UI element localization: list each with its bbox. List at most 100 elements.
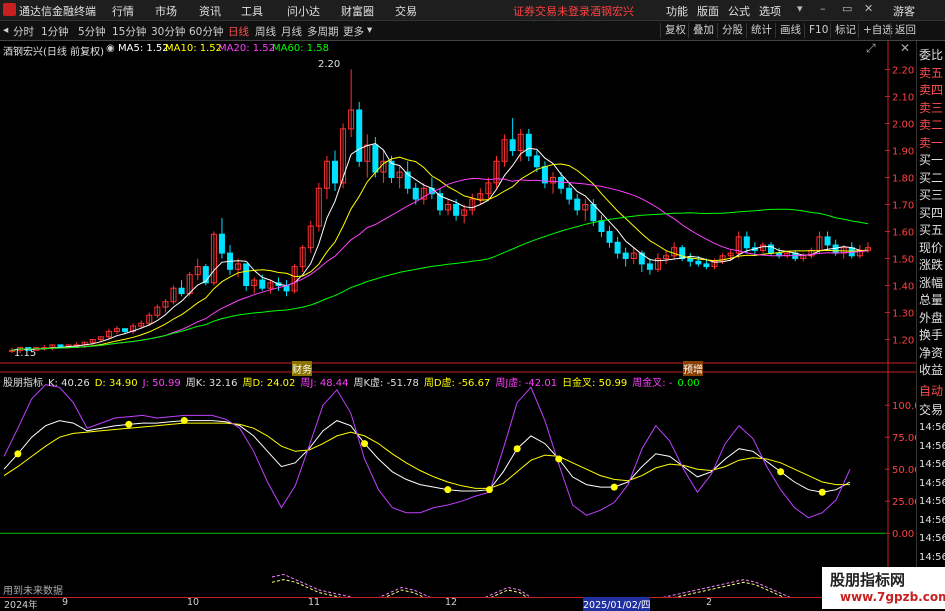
candle-body <box>566 187 573 200</box>
future-data-label: 用到未来数据 <box>3 586 63 597</box>
price-tick-label: 1.70 <box>892 201 914 212</box>
tool-rights[interactable]: 复权 <box>660 23 686 38</box>
indicator-value: 周J虚: -42.01 <box>495 378 558 389</box>
ma10-line <box>11 156 868 351</box>
indicator-value: D: 34.90 <box>94 378 138 389</box>
period-tab-15min[interactable]: 15分钟 <box>112 24 146 39</box>
side-panel-tick: 14:56 <box>919 496 945 507</box>
candle-body <box>356 109 363 162</box>
kdj-lines <box>3 384 851 519</box>
period-tab-1min[interactable]: 1分钟 <box>41 24 69 39</box>
menu-wealth[interactable]: 财富圈 <box>341 3 374 19</box>
kdj-D-line <box>3 422 850 489</box>
period-tab-intraday[interactable]: 分时 <box>13 24 34 39</box>
menu-function[interactable]: 功能 <box>666 3 688 19</box>
menu-market[interactable]: 市场 <box>155 3 177 19</box>
tool-f10[interactable]: F10 <box>804 23 828 38</box>
side-panel-tick: 14:56 <box>919 440 945 452</box>
period-tab-30min[interactable]: 30分钟 <box>151 24 185 39</box>
date-label: 10 <box>187 597 200 608</box>
indicator-value: 周K: 32.16 <box>185 378 238 389</box>
collapse-icon[interactable]: ✕ <box>900 41 910 55</box>
period-tab-5min[interactable]: 5分钟 <box>78 24 106 39</box>
period-tab-daily[interactable]: 日线 <box>228 24 249 39</box>
price-tick-label: 1.50 <box>892 255 914 266</box>
restore-icon[interactable]: ▭ <box>842 2 852 15</box>
title-bar: 通达信金融终端 行情 市场 资讯 工具 问小达 财富圈 交易 证券交易未登录 酒… <box>0 0 945 21</box>
menu-quotes[interactable]: 行情 <box>112 3 134 19</box>
menu-formula[interactable]: 公式 <box>728 3 750 19</box>
candle-body <box>622 252 629 260</box>
watermark-title: 股朋指标网 <box>830 571 906 589</box>
period-tab-multi[interactable]: 多周期 <box>307 24 339 39</box>
close-icon[interactable]: ✕ <box>864 2 873 15</box>
tool-back[interactable]: 返回 <box>890 23 916 38</box>
tool-draw[interactable]: 画线 <box>775 23 801 38</box>
menu-news[interactable]: 资讯 <box>199 3 221 19</box>
kdj-tick-label: 50.00 <box>892 465 916 476</box>
candle-body <box>218 233 225 254</box>
side-panel-tick: 14:56 <box>919 477 945 489</box>
price-axis: 2.20 2.10 2.00 1.90 1.80 1.70 1.60 1.50 1.40 1.30… <box>885 66 914 347</box>
candle-body <box>533 155 540 168</box>
indicator-value: K: 40.26 <box>48 378 90 389</box>
period-left-arrow-icon[interactable]: ◂ <box>3 24 8 36</box>
more-dropdown-icon[interactable]: ▾ <box>367 24 372 36</box>
menu-wenxiaoda[interactable]: 问小达 <box>287 3 320 19</box>
period-tab-60min[interactable]: 60分钟 <box>189 24 223 39</box>
period-tab-weekly[interactable]: 周线 <box>255 24 276 39</box>
tool-sub-stocks[interactable]: 分股 <box>717 23 743 38</box>
high-label: 2.20 <box>318 59 341 70</box>
ma10-label: MA10: 1.52 <box>165 43 223 54</box>
app-logo-icon <box>3 3 16 16</box>
menu-layout[interactable]: 版面 <box>697 3 719 19</box>
ma5-line <box>11 142 868 351</box>
indicator-value: J: 50.99 <box>142 378 181 389</box>
tool-add-watchlist[interactable]: +自选 <box>858 23 893 38</box>
menu-options[interactable]: 选项 <box>759 3 781 19</box>
chart-area[interactable]: 2.20 2.10 2.00 1.90 1.80 1.70 1.60 1.50 1.40 1.30… <box>0 41 916 597</box>
golden-cross-dot <box>444 486 452 494</box>
side-panel-tick: 14:56 <box>919 514 945 526</box>
candle-body <box>574 198 581 211</box>
side-panel-tick: 14:56 <box>919 533 945 544</box>
tool-overlay[interactable]: 叠加 <box>688 23 714 38</box>
candle-body <box>703 263 710 268</box>
guest-label[interactable]: 游客 <box>893 3 915 19</box>
weekly-周D虚-line <box>271 579 785 597</box>
menu-arrow-icon[interactable]: ▾ <box>797 2 803 15</box>
menu-trade[interactable]: 交易 <box>395 3 417 19</box>
login-warning[interactable]: 证券交易未登录 <box>513 3 590 19</box>
menu-tools[interactable]: 工具 <box>241 3 263 19</box>
period-tab-more[interactable]: 更多 <box>343 24 364 39</box>
candle-body <box>695 260 702 265</box>
period-tab-monthly[interactable]: 月线 <box>281 24 302 39</box>
stock-header: 酒钢宏兴(日线 前复权) <box>3 47 104 58</box>
weekly-周K虚-line <box>271 573 791 597</box>
candle-body <box>453 204 460 216</box>
date-label: 11 <box>308 597 321 608</box>
ma60-label: MA60: 1.58 <box>272 43 330 54</box>
candle-body <box>824 236 831 246</box>
settings-icon[interactable]: ◉ <box>106 43 115 54</box>
tool-stats[interactable]: 统计 <box>746 23 772 38</box>
candle-body <box>646 263 653 270</box>
low-label: 1.15 <box>14 348 37 359</box>
price-tick-label: 2.20 <box>892 66 914 77</box>
date-label: 9 <box>62 597 69 608</box>
expand-icon[interactable]: ⤢ <box>866 41 876 56</box>
quote-side-panel: 委比 卖五 卖四 卖三 卖二 卖一 买一 买二 买三 买四 买五 现价 涨跌 涨幅 总量 外盘 换手 净资 收益 自动… <box>916 41 945 609</box>
tool-mark[interactable]: 标记 <box>830 23 856 38</box>
title-stock-name: 酒钢宏兴 <box>590 5 634 18</box>
price-tick-label: 2.10 <box>892 93 914 104</box>
candle-body <box>122 328 129 332</box>
golden-cross-dot <box>513 445 521 453</box>
app-name: 通达信金融终端 <box>19 5 96 18</box>
candle-body <box>687 258 694 262</box>
indicator-value: 周D: 24.02 <box>242 378 296 389</box>
golden-cross-dot <box>361 440 369 448</box>
side-panel-tick: 14:56 <box>919 422 945 433</box>
kdj-J-line <box>3 384 851 519</box>
minimize-icon[interactable]: – <box>820 2 826 15</box>
side-panel-item[interactable]: 收益 <box>919 360 943 380</box>
